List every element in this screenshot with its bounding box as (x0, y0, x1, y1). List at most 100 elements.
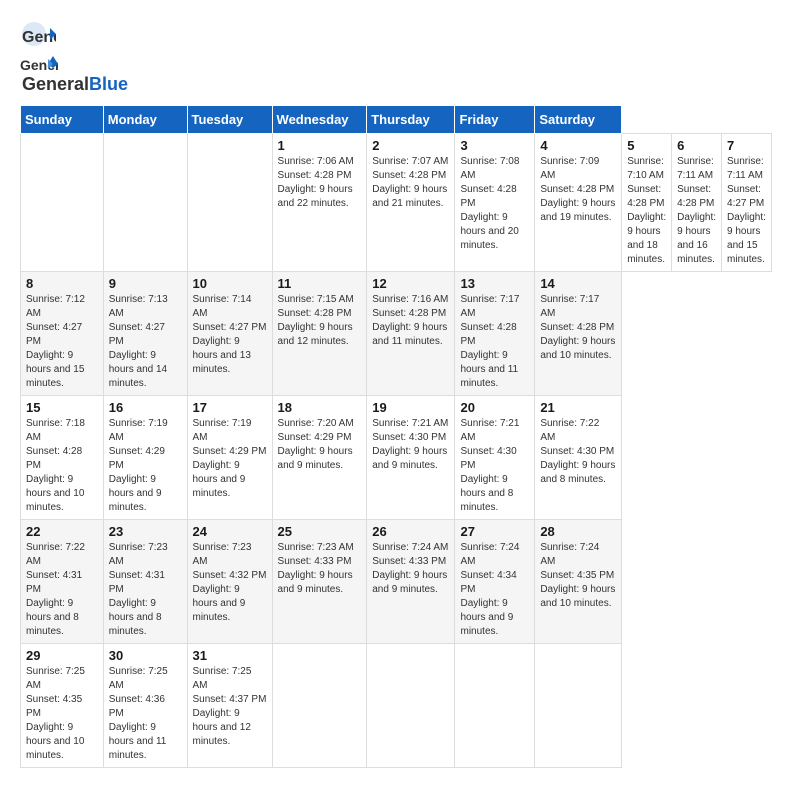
day-info: Sunrise: 7:19 AMSunset: 4:29 PMDaylight:… (193, 417, 267, 501)
logo: General General GeneralBlue (20, 20, 128, 95)
calendar-cell: 16 Sunrise: 7:19 AMSunset: 4:29 PMDayligh… (103, 396, 187, 520)
weekday-header-thursday: Thursday (367, 106, 455, 134)
calendar-table: SundayMondayTuesdayWednesdayThursdayFrid… (20, 105, 772, 768)
calendar-cell: 23 Sunrise: 7:23 AMSunset: 4:31 PMDayligh… (103, 520, 187, 644)
calendar-cell: 4 Sunrise: 7:09 AMSunset: 4:28 PMDaylight… (535, 134, 622, 272)
calendar-cell: 7Sunrise: 7:11 AMSunset: 4:27 PMDaylight… (722, 134, 772, 272)
day-number: 1 (278, 138, 362, 153)
calendar-cell: 20Sunrise: 7:21 AMSunset: 4:30 PMDayligh… (455, 396, 535, 520)
calendar-cell: 15Sunrise: 7:18 AMSunset: 4:28 PMDayligh… (21, 396, 104, 520)
calendar-cell: 14 Sunrise: 7:17 AMSunset: 4:28 PMDayligh… (535, 272, 622, 396)
calendar-cell: 22Sunrise: 7:22 AMSunset: 4:31 PMDayligh… (21, 520, 104, 644)
day-number: 14 (540, 276, 616, 291)
calendar-cell: 10 Sunrise: 7:14 AMSunset: 4:27 PMDayligh… (187, 272, 272, 396)
day-number: 31 (193, 648, 267, 663)
day-info: Sunrise: 7:08 AMSunset: 4:28 PMDaylight:… (460, 155, 529, 253)
calendar-cell: 5Sunrise: 7:10 AMSunset: 4:28 PMDaylight… (622, 134, 672, 272)
calendar-cell: 30 Sunrise: 7:25 AMSunset: 4:36 PMDayligh… (103, 644, 187, 768)
calendar-cell: 17Sunrise: 7:19 AMSunset: 4:29 PMDayligh… (187, 396, 272, 520)
day-number: 30 (109, 648, 182, 663)
weekday-header-sunday: Sunday (21, 106, 104, 134)
day-number: 8 (26, 276, 98, 291)
day-info: Sunrise: 7:23 AMSunset: 4:33 PMDaylight:… (278, 541, 362, 597)
day-info: Sunrise: 7:25 AMSunset: 4:37 PMDaylight:… (193, 665, 267, 749)
day-number: 25 (278, 524, 362, 539)
calendar-cell: 18 Sunrise: 7:20 AMSunset: 4:29 PMDayligh… (272, 396, 367, 520)
weekday-header-friday: Friday (455, 106, 535, 134)
day-number: 11 (278, 276, 362, 291)
day-info: Sunrise: 7:11 AMSunset: 4:27 PMDaylight:… (727, 155, 766, 267)
calendar-cell: 26Sunrise: 7:24 AMSunset: 4:33 PMDayligh… (367, 520, 455, 644)
calendar-week-2: 8 Sunrise: 7:12 AMSunset: 4:27 PMDaylight… (21, 272, 772, 396)
calendar-cell: 1 Sunrise: 7:06 AMSunset: 4:28 PMDaylight… (272, 134, 367, 272)
day-number: 13 (460, 276, 529, 291)
calendar-cell: 9 Sunrise: 7:13 AMSunset: 4:27 PMDaylight… (103, 272, 187, 396)
calendar-cell: 6 Sunrise: 7:11 AMSunset: 4:28 PMDaylight… (672, 134, 722, 272)
day-info: Sunrise: 7:18 AMSunset: 4:28 PMDaylight:… (26, 417, 98, 515)
calendar-cell (21, 134, 104, 272)
logo-blue-text: Blue (89, 74, 128, 94)
calendar-cell (272, 644, 367, 768)
day-info: Sunrise: 7:25 AMSunset: 4:36 PMDaylight:… (109, 665, 182, 763)
day-info: Sunrise: 7:19 AMSunset: 4:29 PMDaylight:… (109, 417, 182, 515)
day-info: Sunrise: 7:09 AMSunset: 4:28 PMDaylight:… (540, 155, 616, 225)
day-number: 23 (109, 524, 182, 539)
page-header: General General GeneralBlue (20, 20, 772, 95)
day-number: 16 (109, 400, 182, 415)
day-info: Sunrise: 7:23 AMSunset: 4:31 PMDaylight:… (109, 541, 182, 639)
calendar-body: 1 Sunrise: 7:06 AMSunset: 4:28 PMDaylight… (21, 134, 772, 768)
day-number: 6 (677, 138, 716, 153)
day-number: 21 (540, 400, 616, 415)
day-info: Sunrise: 7:13 AMSunset: 4:27 PMDaylight:… (109, 293, 182, 391)
day-info: Sunrise: 7:12 AMSunset: 4:27 PMDaylight:… (26, 293, 98, 391)
day-number: 18 (278, 400, 362, 415)
day-info: Sunrise: 7:17 AMSunset: 4:28 PMDaylight:… (460, 293, 529, 391)
day-number: 4 (540, 138, 616, 153)
calendar-cell: 28Sunrise: 7:24 AMSunset: 4:35 PMDayligh… (535, 520, 622, 644)
calendar-cell (187, 134, 272, 272)
day-info: Sunrise: 7:20 AMSunset: 4:29 PMDaylight:… (278, 417, 362, 473)
calendar-week-1: 1 Sunrise: 7:06 AMSunset: 4:28 PMDaylight… (21, 134, 772, 272)
day-number: 5 (627, 138, 666, 153)
calendar-header: SundayMondayTuesdayWednesdayThursdayFrid… (21, 106, 772, 134)
day-number: 19 (372, 400, 449, 415)
day-number: 22 (26, 524, 98, 539)
calendar-cell (455, 644, 535, 768)
day-number: 10 (193, 276, 267, 291)
day-number: 9 (109, 276, 182, 291)
day-info: Sunrise: 7:23 AMSunset: 4:32 PMDaylight:… (193, 541, 267, 625)
logo-general-text: General (22, 74, 89, 94)
calendar-cell: 25 Sunrise: 7:23 AMSunset: 4:33 PMDayligh… (272, 520, 367, 644)
calendar-cell: 27Sunrise: 7:24 AMSunset: 4:34 PMDayligh… (455, 520, 535, 644)
day-number: 2 (372, 138, 449, 153)
day-info: Sunrise: 7:24 AMSunset: 4:33 PMDaylight:… (372, 541, 449, 597)
calendar-cell: 24 Sunrise: 7:23 AMSunset: 4:32 PMDayligh… (187, 520, 272, 644)
calendar-cell: 29Sunrise: 7:25 AMSunset: 4:35 PMDayligh… (21, 644, 104, 768)
day-info: Sunrise: 7:21 AMSunset: 4:30 PMDaylight:… (372, 417, 449, 473)
calendar-cell (535, 644, 622, 768)
weekday-header-saturday: Saturday (535, 106, 622, 134)
day-info: Sunrise: 7:11 AMSunset: 4:28 PMDaylight:… (677, 155, 716, 267)
weekday-header-tuesday: Tuesday (187, 106, 272, 134)
calendar-week-4: 22Sunrise: 7:22 AMSunset: 4:31 PMDayligh… (21, 520, 772, 644)
day-number: 3 (460, 138, 529, 153)
calendar-cell: 3 Sunrise: 7:08 AMSunset: 4:28 PMDaylight… (455, 134, 535, 272)
day-number: 29 (26, 648, 98, 663)
calendar-cell: 2Sunrise: 7:07 AMSunset: 4:28 PMDaylight… (367, 134, 455, 272)
day-info: Sunrise: 7:14 AMSunset: 4:27 PMDaylight:… (193, 293, 267, 377)
day-info: Sunrise: 7:17 AMSunset: 4:28 PMDaylight:… (540, 293, 616, 363)
calendar-week-5: 29Sunrise: 7:25 AMSunset: 4:35 PMDayligh… (21, 644, 772, 768)
weekday-header-monday: Monday (103, 106, 187, 134)
calendar-cell: 13 Sunrise: 7:17 AMSunset: 4:28 PMDayligh… (455, 272, 535, 396)
day-number: 28 (540, 524, 616, 539)
day-info: Sunrise: 7:06 AMSunset: 4:28 PMDaylight:… (278, 155, 362, 211)
weekday-header-wednesday: Wednesday (272, 106, 367, 134)
day-number: 24 (193, 524, 267, 539)
calendar-cell: 8 Sunrise: 7:12 AMSunset: 4:27 PMDaylight… (21, 272, 104, 396)
calendar-cell: 11Sunrise: 7:15 AMSunset: 4:28 PMDayligh… (272, 272, 367, 396)
calendar-cell: 21 Sunrise: 7:22 AMSunset: 4:30 PMDayligh… (535, 396, 622, 520)
day-info: Sunrise: 7:24 AMSunset: 4:34 PMDaylight:… (460, 541, 529, 639)
day-number: 20 (460, 400, 529, 415)
calendar-cell: 31 Sunrise: 7:25 AMSunset: 4:37 PMDayligh… (187, 644, 272, 768)
day-info: Sunrise: 7:22 AMSunset: 4:30 PMDaylight:… (540, 417, 616, 487)
